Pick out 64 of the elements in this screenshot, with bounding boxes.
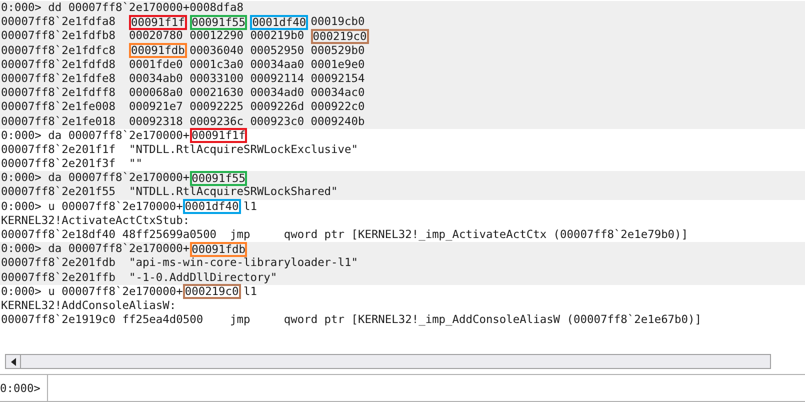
memory-value: 00021630 — [190, 86, 244, 100]
address-text: 00007ff8`2e1fe008 — [1, 100, 117, 114]
output-line: 00007ff8`2e201f3f "" — [1, 157, 142, 172]
output-line: 00007ff8`2e201fdb "api-ms-win-core-libraryloader-l1" — [1, 256, 358, 271]
highlighted-value: 000219c0 — [182, 284, 241, 300]
memory-value: 00034ac0 — [310, 86, 365, 100]
memory-value: 0009240b — [310, 114, 365, 129]
memory-value: 000529b0 — [310, 44, 365, 58]
command-text: 0:000> da 00007ff8`2e170000+ — [1, 128, 190, 143]
highlighted-value: 00091fdb — [190, 242, 248, 257]
output-line: KERNEL32!ActivateActCtxStub: — [1, 214, 190, 228]
output-line: 00007ff8`2e201f55 "NTDLL.RtlAcquireSRWLockShared" — [1, 185, 338, 200]
memory-value: 000219b0 — [250, 29, 304, 44]
memory-value: 00092225 — [190, 100, 244, 114]
memory-value: 00033100 — [190, 72, 244, 86]
highlighted-value: 0001df40 — [250, 14, 308, 30]
highlighted-value: 00091f1f — [128, 14, 187, 30]
command-text: 0:000> u 00007ff8`2e170000+ — [1, 284, 183, 299]
memory-value: 0009226d — [250, 100, 304, 114]
memory-value: 0009236c — [190, 114, 244, 129]
memory-value: 000921e7 — [128, 100, 183, 114]
horizontal-scrollbar[interactable] — [5, 354, 771, 369]
memory-value: 0001e9e0 — [310, 58, 365, 72]
memory-value: 00092154 — [310, 72, 365, 86]
highlighted-value: 000219c0 — [310, 28, 369, 44]
highlighted-value: 00091fdb — [128, 43, 187, 58]
address-text: 00007ff8`2e1fdfa8 — [1, 15, 117, 30]
output-line: KERNEL32!AddConsoleAliasW: — [1, 298, 176, 314]
left-arrow-icon — [10, 358, 16, 366]
address-text: 00007ff8`2e1fdfe8 — [1, 72, 117, 86]
memory-value: 00052950 — [250, 44, 304, 58]
command-text: 0:000> da 00007ff8`2e170000+ — [1, 171, 190, 186]
memory-value: 00092318 — [128, 114, 183, 129]
memory-value: 000068a0 — [128, 86, 183, 100]
memory-value: 000923c0 — [250, 114, 304, 129]
command-text: 0:000> dd 00007ff8`2e170000+0008dfa8 — [1, 1, 244, 16]
memory-value: 00036040 — [190, 44, 244, 58]
memory-value: 0001fde0 — [128, 58, 183, 72]
command-text: 0:000> u 00007ff8`2e170000+ — [1, 200, 183, 214]
highlighted-value: 00091f55 — [190, 14, 248, 30]
address-text: 00007ff8`2e1fdfb8 — [1, 29, 117, 44]
memory-value: 00034aa0 — [250, 58, 304, 72]
highlighted-value: 0001df40 — [182, 199, 241, 214]
memory-value: 00019cb0 — [310, 15, 365, 30]
memory-value: 00034ab0 — [128, 72, 183, 86]
address-text: 00007ff8`2e1fdfc8 — [1, 44, 117, 58]
memory-value: 00034ad0 — [250, 86, 304, 100]
highlighted-value: 00091f1f — [190, 128, 248, 144]
command-text: 0:000> da 00007ff8`2e170000+ — [1, 242, 190, 256]
highlighted-value: 00091f55 — [190, 170, 248, 186]
memory-value: 00020780 — [128, 29, 183, 44]
memory-value: 0001c3a0 — [190, 58, 244, 72]
output-line: 00007ff8`2e201ffb "-1-0.AddDllDirectory" — [1, 270, 278, 285]
memory-value: 000922c0 — [310, 100, 365, 114]
output-line: 00007ff8`2e1919c0 ff25ea4d0500 jmp qword ptr [KERNEL32!_imp_AddConsoleAliasW (00007ff8`2e1e67b0)] — [1, 313, 702, 328]
address-text: 00007ff8`2e1fe018 — [1, 114, 117, 129]
address-text: 00007ff8`2e1fdff8 — [1, 86, 117, 100]
address-text: 00007ff8`2e1fdfd8 — [1, 58, 117, 72]
memory-value: 00012290 — [190, 29, 244, 44]
command-text: l1 — [242, 284, 257, 299]
memory-value: 00092114 — [250, 72, 304, 86]
output-line: 00007ff8`2e18df40 48ff25699a0500 jmp qword ptr [KERNEL32!_imp_ActivateActCtx (00007ff8`2e1e79b0)] — [1, 228, 688, 242]
output-line: 00007ff8`2e201f1f "NTDLL.RtlAcquireSRWLockExclusive" — [1, 142, 358, 158]
command-text: l1 — [242, 200, 257, 214]
